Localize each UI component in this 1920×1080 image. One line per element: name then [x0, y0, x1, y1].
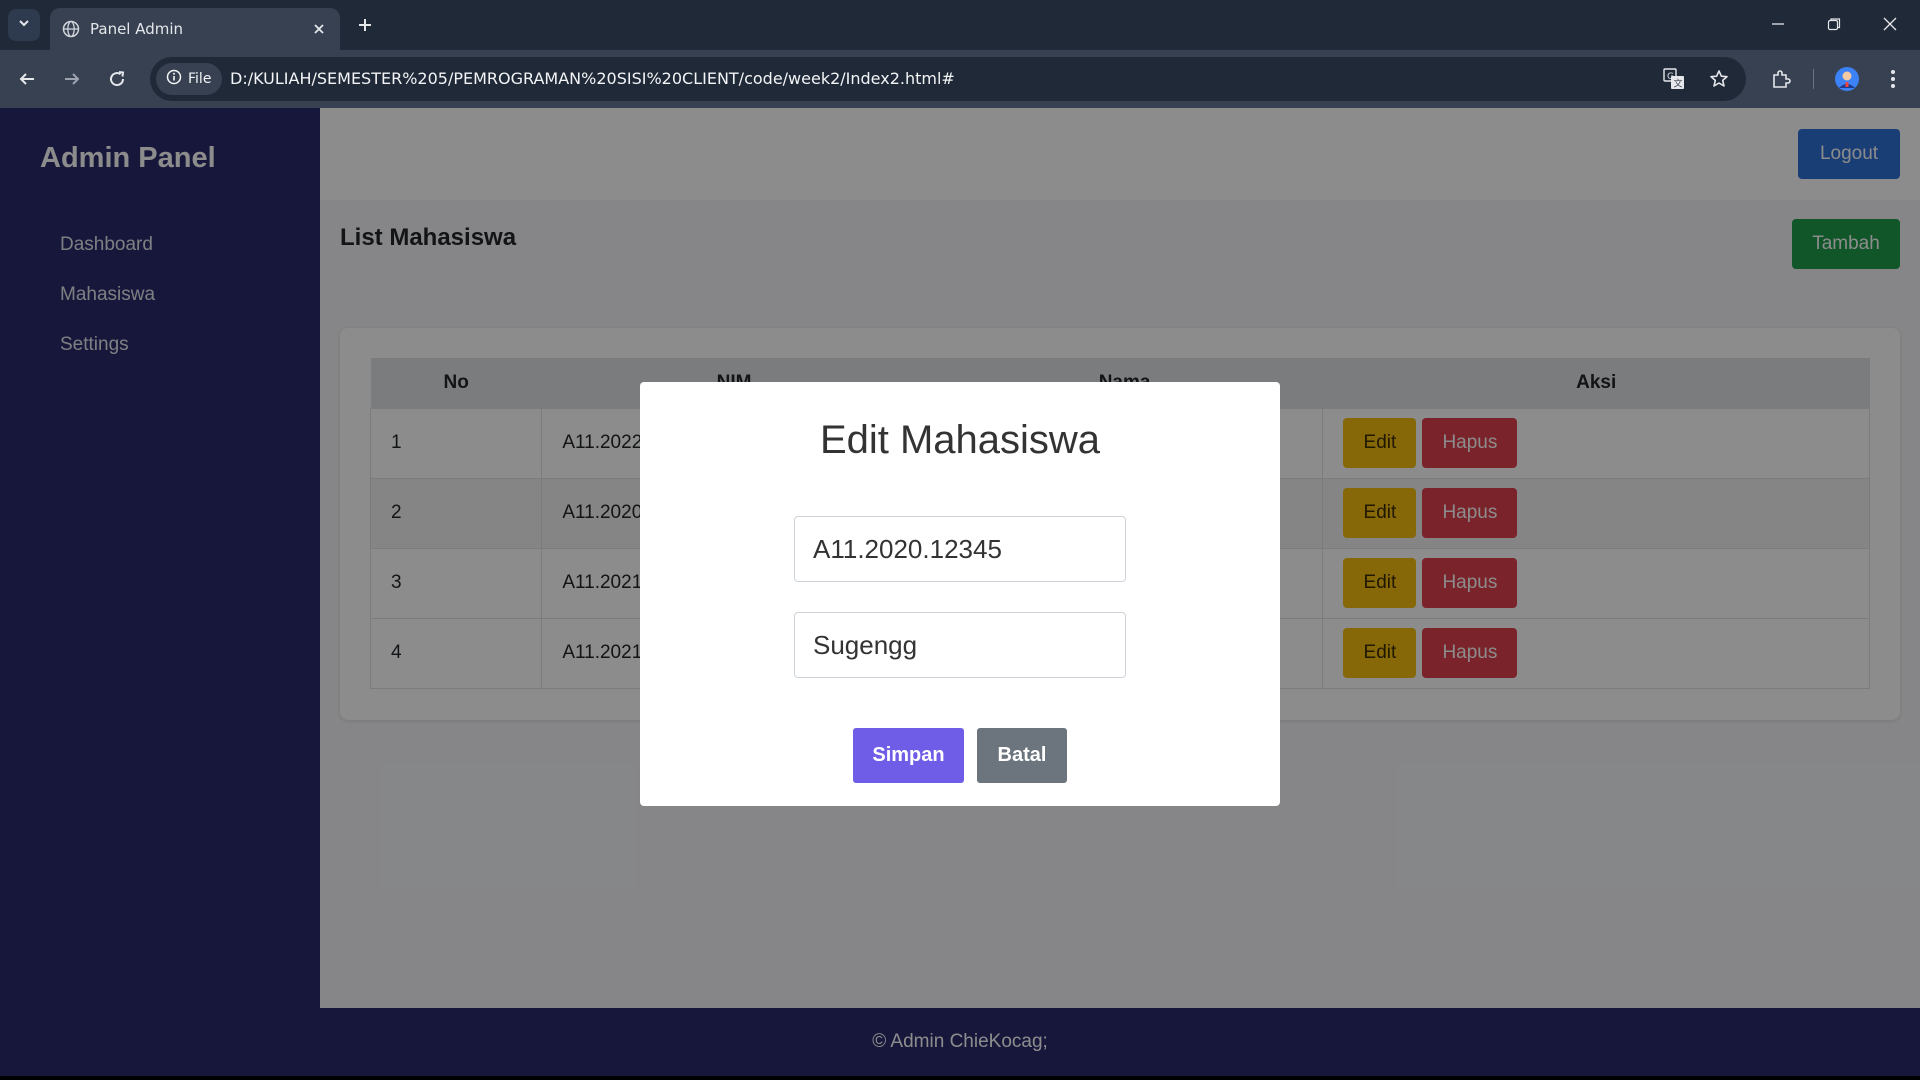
globe-icon: [62, 20, 80, 38]
url-text[interactable]: D:/KULIAH/SEMESTER%205/PEMROGRAMAN%20SIS…: [230, 69, 955, 88]
nim-field[interactable]: [794, 516, 1126, 582]
tab-title: Panel Admin: [90, 20, 184, 38]
modal-title: Edit Mahasiswa: [819, 418, 1101, 462]
chip-label: File: [188, 71, 212, 87]
page-viewport: Admin Panel Dashboard Mahasiswa Settings…: [0, 108, 1920, 1076]
plus-icon[interactable]: [350, 10, 380, 40]
save-button[interactable]: Simpan: [853, 728, 964, 783]
menu-icon[interactable]: [1877, 63, 1909, 95]
restore-icon[interactable]: [1806, 4, 1862, 44]
extensions-icon[interactable]: [1765, 63, 1797, 95]
browser-toolbar: File D:/KULIAH/SEMESTER%205/PEMROGRAMAN%…: [0, 50, 1920, 108]
info-icon: [166, 69, 182, 90]
reload-icon[interactable]: [101, 63, 133, 95]
profile-avatar[interactable]: [1831, 63, 1863, 95]
back-icon[interactable]: [11, 63, 43, 95]
window-close-icon[interactable]: [1862, 4, 1918, 44]
browser-tab[interactable]: Panel Admin: [50, 8, 340, 50]
minimize-icon[interactable]: [1750, 4, 1806, 44]
address-bar[interactable]: File D:/KULIAH/SEMESTER%205/PEMROGRAMAN%…: [150, 57, 1746, 101]
edit-modal: Edit Mahasiswa Simpan Batal: [640, 382, 1280, 806]
translate-icon[interactable]: G文: [1660, 65, 1688, 93]
browser-tab-bar: Panel Admin: [0, 0, 1920, 50]
toolbar-divider: [1813, 69, 1814, 89]
star-icon[interactable]: [1705, 65, 1733, 93]
site-info-chip[interactable]: File: [156, 63, 222, 95]
tab-search-button[interactable]: [8, 9, 40, 41]
forward-icon[interactable]: [56, 63, 88, 95]
close-icon[interactable]: [306, 16, 332, 42]
name-field[interactable]: [794, 612, 1126, 678]
cancel-button[interactable]: Batal: [977, 728, 1067, 783]
svg-text:文: 文: [1674, 78, 1683, 90]
chevron-down-icon: [17, 16, 31, 35]
